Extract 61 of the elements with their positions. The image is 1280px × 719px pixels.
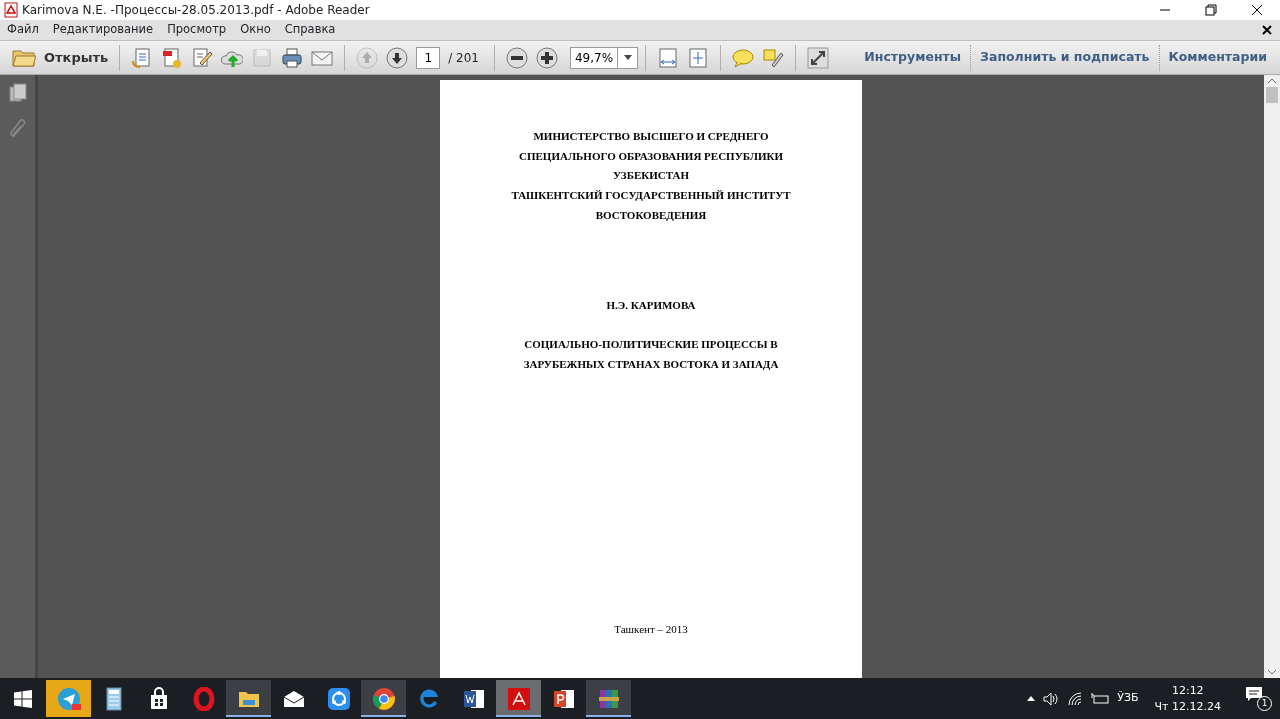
speech-bubble-icon xyxy=(732,46,754,69)
paperclip-icon[interactable] xyxy=(8,119,27,139)
battery-icon[interactable] xyxy=(1091,691,1110,706)
zoom-in-icon xyxy=(536,46,558,69)
document-title: ЗАРУБЕЖНЫХ СТРАНАХ ВОСТОКА И ЗАПАДА xyxy=(523,356,779,372)
document-footer: Ташкент – 2013 xyxy=(614,619,688,640)
menu-item[interactable]: Окно xyxy=(233,21,278,39)
document-title: СОЦИАЛЬНО-ПОЛИТИЧЕСКИЕ ПРОЦЕССЫ В xyxy=(524,337,778,353)
open-button[interactable]: Открыть xyxy=(8,42,113,73)
menu-item[interactable]: Редактирование xyxy=(45,21,161,39)
message-icon xyxy=(1245,686,1263,703)
zoom-dropdown-button[interactable] xyxy=(618,46,638,69)
pane-tab[interactable]: Инструменты xyxy=(855,44,971,71)
pane-tab[interactable]: Заполнить и подписать xyxy=(970,44,1159,71)
caret-icon xyxy=(623,55,632,60)
zoom-out-icon xyxy=(506,46,528,69)
document-heading: УЗБЕКИСТАН xyxy=(612,168,690,184)
notification-count: 1 xyxy=(1257,695,1272,711)
menu-item[interactable]: Просмотр xyxy=(160,21,234,39)
taskbar-app-button[interactable] xyxy=(226,680,271,717)
wifi-icon[interactable] xyxy=(1067,691,1084,706)
document-icon xyxy=(161,46,184,69)
notification-center-button[interactable]: 1 xyxy=(1245,686,1272,711)
share-icon xyxy=(326,686,351,711)
fit-width-icon xyxy=(657,46,679,69)
highlight-text-icon xyxy=(762,46,784,69)
browser-circle-icon xyxy=(371,686,396,711)
page-number-field[interactable]: 1 xyxy=(416,46,441,69)
menu-item[interactable]: Файл xyxy=(0,21,46,39)
paper-plane-icon xyxy=(56,686,81,711)
arrow-down-icon xyxy=(386,46,409,69)
document-author: Н.Э. КАРИМОВА xyxy=(606,297,696,313)
menu-item[interactable]: Справка xyxy=(277,21,343,39)
pdf-icon xyxy=(506,686,531,711)
printer-icon xyxy=(281,46,304,69)
ring-icon xyxy=(191,686,216,711)
clock-date[interactable]: Чт 12.12.24 xyxy=(1154,698,1221,715)
pane-tab[interactable]: Комментарии xyxy=(1158,44,1276,71)
window-title: Karimova N.E. -Процессы-28.05.2013.pdf - Adobe Reader xyxy=(22,2,371,19)
speaker-icon[interactable] xyxy=(1043,691,1060,706)
zoom-field[interactable]: 49,7% xyxy=(570,46,618,69)
folder-icon xyxy=(12,47,36,68)
document-heading: СПЕЦИАЛЬНОГО ОБРАЗОВАНИЯ РЕСПУБЛИКИ xyxy=(519,148,783,164)
windows-start-icon[interactable] xyxy=(14,689,32,708)
close-icon[interactable] xyxy=(1262,25,1272,35)
edit-document-icon xyxy=(191,46,214,69)
arrow-up-icon xyxy=(356,46,379,69)
document-heading: ВОСТОКОВЕДЕНИЯ xyxy=(595,207,707,223)
scrollbar[interactable] xyxy=(1264,75,1280,678)
taskbar-app-button[interactable] xyxy=(361,680,406,717)
caret-up-icon[interactable] xyxy=(1027,696,1036,701)
input-language[interactable]: ЎЗБ xyxy=(1117,690,1139,707)
document-heading: ТАШКЕНТСКИЙ ГОСУДАРСТВЕННЫЙ ИНСТИТУТ xyxy=(511,188,791,204)
page-count: / 201 xyxy=(448,49,479,67)
clock-time[interactable]: 12:12 xyxy=(1171,682,1204,699)
fit-page-icon xyxy=(687,46,709,69)
expand-icon xyxy=(807,46,829,69)
save-icon xyxy=(251,46,274,69)
pages-icon[interactable] xyxy=(8,83,27,103)
document-heading: МИНИСТЕРСТВО ВЫСШЕГО И СРЕДНЕГО xyxy=(533,129,769,144)
scroll-thumb[interactable] xyxy=(1266,87,1278,103)
